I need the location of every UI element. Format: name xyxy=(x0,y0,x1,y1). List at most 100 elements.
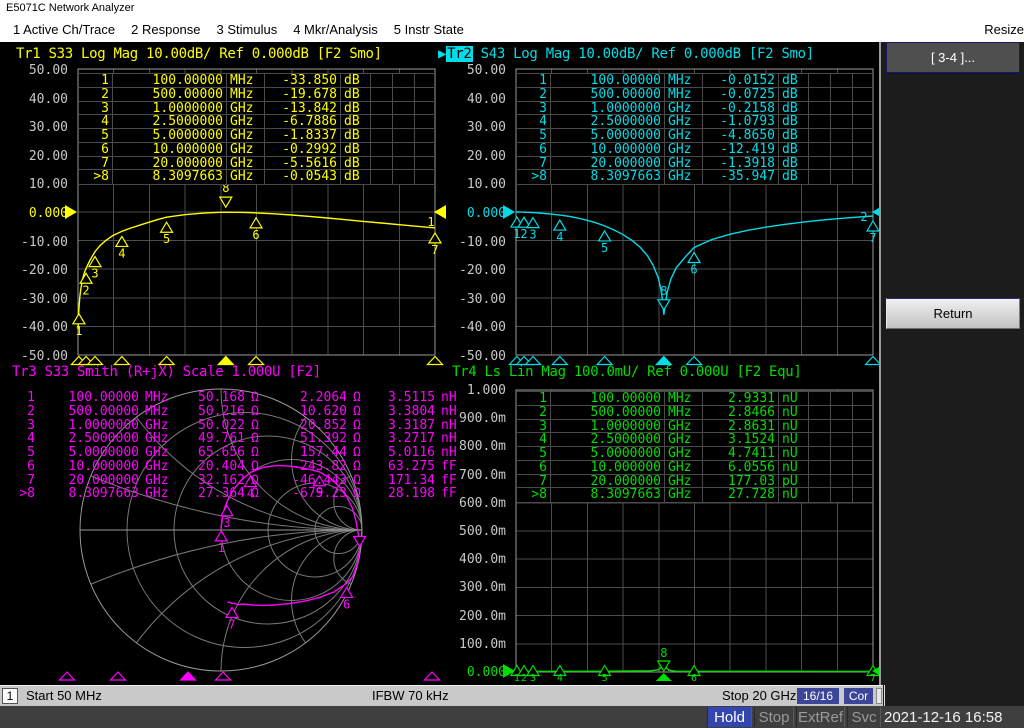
marker-frequency: 500.00000 xyxy=(113,87,227,101)
svg-text:4: 4 xyxy=(556,230,563,244)
marker-frequency-unit: GHz xyxy=(227,142,265,156)
y-axis-tick-label: -50.00 xyxy=(459,348,506,364)
y-axis-tick-label: 0.000 xyxy=(466,205,506,221)
marker-row: 7 20.000000 GHz 177.03 pU xyxy=(517,474,872,489)
marker-number: 4 xyxy=(79,115,113,128)
y-axis-tick-label: -20.00 xyxy=(21,263,68,279)
stop-frequency[interactable]: Stop 20 GHz xyxy=(722,688,796,703)
marker-value: 2.8631 xyxy=(703,419,779,433)
marker-number: 4 xyxy=(517,115,551,128)
marker-resistance: 50.216 xyxy=(198,403,245,419)
marker-row: 4 2.5000000 GHz 49.761 Ω 51.392 Ω 3.2717 nH xyxy=(6,431,456,447)
marker-lc-value: 171.34 xyxy=(388,472,435,488)
ifbw-value[interactable]: IFBW 70 kHz xyxy=(372,688,449,703)
marker-reactance: 2.2064 xyxy=(300,390,347,405)
instrument-window: E5071C Network Analyzer 1 Active Ch/Trac… xyxy=(0,0,1024,728)
svg-text:8: 8 xyxy=(660,646,667,660)
marker-frequency: 1.0000000 xyxy=(551,419,665,433)
marker-frequency-unit: GHz xyxy=(665,115,703,128)
lc-unit: nH xyxy=(441,445,457,460)
marker-value-unit: dB xyxy=(779,74,809,87)
svg-text:8: 8 xyxy=(660,284,667,298)
trace1-header[interactable]: Tr1 S33 Log Mag 10.00dB/ Ref 0.000dB [F2… xyxy=(16,46,382,62)
marker-value-unit: dB xyxy=(341,170,371,184)
marker-reactance: 20.852 xyxy=(300,417,347,433)
marker-number: 5 xyxy=(27,445,35,460)
softkey-button[interactable]: [ 3-4 ]... xyxy=(886,42,1020,73)
marker-lc-value: 28.198 xyxy=(388,486,435,502)
marker-reactance: -679.23 xyxy=(292,486,347,502)
start-frequency[interactable]: Start 50 MHz xyxy=(26,688,102,703)
marker-frequency: 500.00000 xyxy=(551,87,665,101)
marker-value: 4.7411 xyxy=(703,447,779,460)
marker-number: 4 xyxy=(27,431,35,447)
correction-badge: Cor xyxy=(844,688,873,704)
marker-frequency: 8.3097663 xyxy=(551,170,665,184)
marker-frequency-unit: MHz xyxy=(665,405,703,419)
marker-frequency: 2.5000000 xyxy=(551,433,665,446)
y-axis-tick-label: -50.00 xyxy=(21,348,68,364)
svg-text:3: 3 xyxy=(530,673,536,684)
sidebar-divider xyxy=(879,42,881,685)
y-axis-tick-label: 50.00 xyxy=(466,63,506,78)
svg-text:2: 2 xyxy=(860,210,867,224)
marker-row: 6 10.000000 GHz -0.2992 dB xyxy=(79,142,434,157)
marker-row: 1 100.00000 MHz 50.168 Ω 2.2064 Ω 3.5115 nH xyxy=(6,390,456,405)
marker-frequency-unit: MHz xyxy=(665,392,703,405)
marker-value-unit: dB xyxy=(341,142,371,156)
lc-unit: fF xyxy=(441,486,457,502)
marker-row: >8 8.3097663 GHz -0.0543 dB xyxy=(79,170,434,184)
return-button[interactable]: Return xyxy=(886,298,1020,329)
svg-text:5: 5 xyxy=(602,673,608,684)
marker-frequency-unit: GHz xyxy=(665,488,703,502)
marker-reactance: 51.392 xyxy=(300,431,347,447)
marker-value: 2.9331 xyxy=(703,392,779,405)
svg-text:6: 6 xyxy=(691,673,697,684)
marker-frequency-unit: GHz xyxy=(665,433,703,446)
marker-value: -0.2158 xyxy=(703,101,779,115)
marker-value-unit: dB xyxy=(779,142,809,156)
marker-resistance: 50.168 xyxy=(198,390,245,405)
marker-frequency: 10.000000 xyxy=(551,142,665,156)
marker-row: 5 5.0000000 GHz 4.7411 nU xyxy=(517,447,872,461)
marker-frequency-unit: GHz xyxy=(665,419,703,433)
marker-number: 5 xyxy=(79,129,113,142)
y-axis-tick-label: -30.00 xyxy=(21,291,68,307)
statusbar-divider xyxy=(884,685,885,706)
svg-text:6: 6 xyxy=(343,597,350,611)
marker-value: -35.947 xyxy=(703,170,779,184)
y-axis-tick-label: 30.00 xyxy=(466,120,506,136)
marker-number: 7 xyxy=(27,472,35,488)
marker-frequency-unit: MHz xyxy=(227,87,265,101)
marker-frequency-unit: GHz xyxy=(227,156,265,170)
marker-frequency-unit: GHz xyxy=(145,472,169,488)
y-axis-tick-label: -40.00 xyxy=(21,320,68,336)
marker-number: 7 xyxy=(79,156,113,170)
marker-row: 3 1.0000000 GHz -13.842 dB xyxy=(79,101,434,116)
y-axis-tick-label: -40.00 xyxy=(459,320,506,336)
svg-text:4: 4 xyxy=(118,246,125,260)
marker-frequency: 20.000000 xyxy=(113,156,227,170)
y-axis-tick-label: -10.00 xyxy=(459,234,506,250)
reactance-unit: Ω xyxy=(353,417,361,433)
marker-value: -19.678 xyxy=(265,87,341,101)
marker-row: 5 5.0000000 GHz -4.8650 dB xyxy=(517,129,872,143)
marker-value: -0.0543 xyxy=(265,170,341,184)
marker-value: -1.3918 xyxy=(703,156,779,170)
marker-frequency-unit: GHz xyxy=(665,474,703,488)
y-axis-tick-label: 100.0m xyxy=(459,636,506,652)
marker-frequency: 8.3097663 xyxy=(551,488,665,502)
marker-frequency: 20.000000 xyxy=(551,156,665,170)
svg-text:5: 5 xyxy=(163,232,170,246)
marker-frequency-unit: GHz xyxy=(227,129,265,142)
marker-value: 27.728 xyxy=(703,488,779,502)
marker-value-unit: pU xyxy=(779,474,809,488)
marker-number: 1 xyxy=(79,74,113,87)
svg-text:2: 2 xyxy=(82,283,89,297)
marker-value-unit: dB xyxy=(779,156,809,170)
resistance-unit: Ω xyxy=(251,403,259,419)
marker-number: 6 xyxy=(517,142,551,156)
y-axis-tick-label: 10.00 xyxy=(466,177,506,193)
marker-row: 2 500.00000 MHz 2.8466 nU xyxy=(517,405,872,420)
resistance-unit: Ω xyxy=(251,417,259,433)
